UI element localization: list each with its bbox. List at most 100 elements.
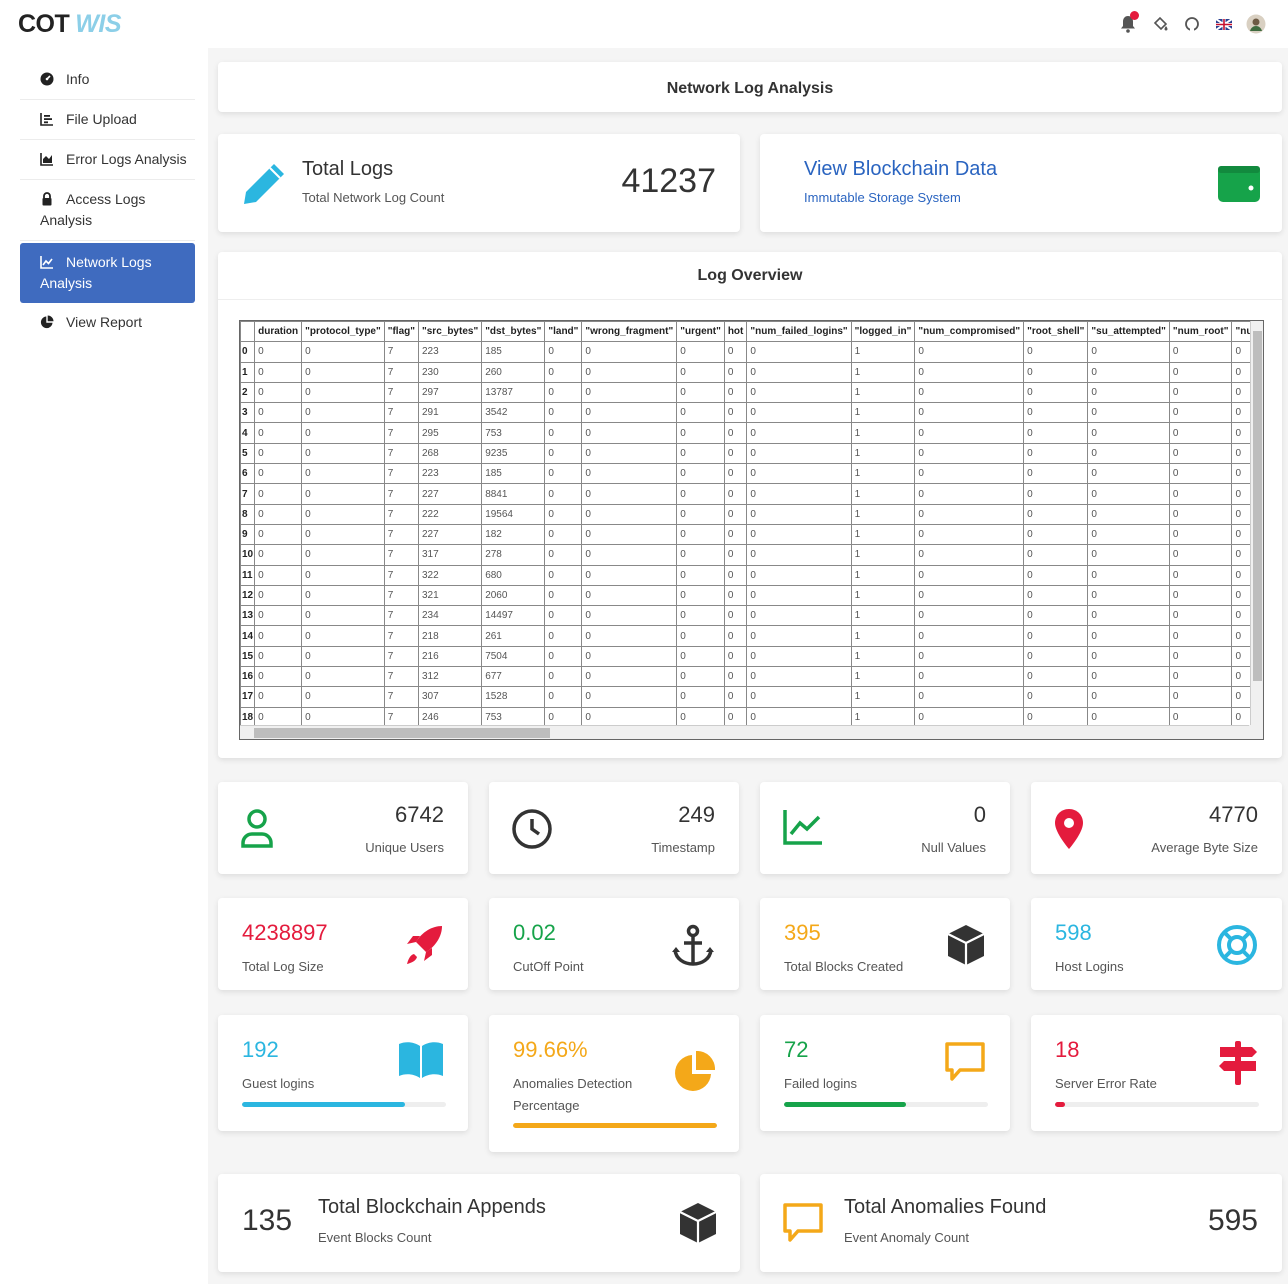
table-cell: 0 (301, 544, 385, 566)
avatar[interactable] (1246, 14, 1266, 34)
table-cell: 216 (417, 645, 483, 668)
table-cell: 0 (544, 666, 583, 688)
paint-bucket-icon[interactable] (1150, 14, 1170, 34)
table-cell: 0 (1087, 584, 1170, 607)
cube-icon (679, 1203, 717, 1243)
table-cell: 0 (746, 442, 852, 465)
table-cell: 0 (914, 442, 1025, 465)
table-cell: 0 (723, 686, 748, 708)
table-cell: 0 (746, 341, 852, 363)
blockchain-appends-value: 135 (242, 1204, 293, 1237)
table-cell: 317 (417, 544, 483, 566)
table-row: 2 0 0 7 297 13787 0 0 0 0 0 1 0 0 0 0 0 (240, 381, 1263, 404)
table-cell: 0 (676, 361, 725, 383)
table-row: 10 0 0 7 317 278 0 0 0 0 0 1 0 0 0 0 0 (240, 544, 1263, 566)
table-cell: 0 (676, 463, 725, 485)
table-cell: 7 (383, 402, 420, 424)
table-cell: 0 (254, 361, 303, 383)
table-cell: 1 (850, 402, 916, 424)
table-cell: 0 (746, 463, 852, 485)
scroll-thumb[interactable] (1253, 331, 1262, 681)
log-table: duration "protocol_type" "flag" "src_bytes"… (240, 321, 1263, 728)
github-icon[interactable] (1182, 14, 1202, 34)
table-cell: 7 (383, 564, 420, 586)
anchor-icon (672, 924, 714, 966)
sidebar-item-access-logs[interactable]: Access Logs Analysis (20, 180, 195, 241)
table-cell: 0 (914, 361, 1025, 383)
table-cell: 0 (746, 564, 852, 586)
table-cell: 0 (254, 483, 303, 505)
table-cell: 0 (746, 584, 852, 607)
table-cell: 0 (301, 584, 385, 607)
table-cell: 0 (676, 666, 725, 688)
table-cell: 1 (850, 544, 916, 566)
bell-icon[interactable] (1118, 11, 1139, 34)
table-cell: 1 (850, 666, 916, 688)
table-cell: 0 (1023, 341, 1089, 363)
table-cell: 0 (1087, 361, 1170, 383)
table-row-index: 16 (240, 666, 256, 688)
table-cell: 0 (1023, 442, 1089, 465)
sidebar-item-error-logs[interactable]: Error Logs Analysis (20, 140, 195, 180)
total-logs-card: Total Logs Total Network Log Count 41237 (218, 134, 740, 232)
table-cell: 0 (1023, 564, 1089, 586)
table-cell: 0 (254, 463, 303, 485)
brand-logo[interactable]: COT WIS (18, 10, 121, 39)
sidebar-item-info[interactable]: Info (20, 60, 195, 100)
table-cell: 0 (676, 422, 725, 444)
table-cell: 0 (301, 605, 385, 627)
table-cell: 7 (383, 523, 420, 546)
progress-card-failed-logins: 72 Failed logins (760, 1015, 1010, 1131)
table-cell: 0 (746, 645, 852, 668)
sidebar-item-file-upload[interactable]: File Upload (20, 100, 195, 140)
metric-label: Failed logins (784, 1076, 857, 1091)
table-cell: 0 (676, 564, 725, 586)
sidebar-item-network-logs[interactable]: Network Logs Analysis (20, 243, 195, 303)
table-cell: 0 (914, 341, 1025, 363)
table-column-header: "num_root" (1168, 321, 1233, 343)
table-cell: 0 (1168, 605, 1233, 627)
vertical-scrollbar[interactable] (1250, 321, 1263, 726)
table-cell: 0 (723, 625, 748, 647)
table-cell: 0 (544, 442, 583, 465)
table-cell: 0 (723, 361, 748, 383)
table-column-header: "num_failed_logins" (746, 321, 852, 343)
table-cell: 0 (581, 402, 678, 424)
sidebar-item-view-report[interactable]: View Report (20, 303, 195, 342)
stat-label: Null Values (921, 840, 986, 855)
progress-fill (242, 1102, 406, 1107)
table-cell: 0 (301, 402, 385, 424)
table-cell: 321 (417, 584, 483, 607)
table-cell: 0 (1087, 442, 1170, 465)
horizontal-scrollbar[interactable] (240, 725, 1251, 739)
flag-uk-icon[interactable] (1214, 14, 1234, 34)
table-cell: 7 (383, 625, 420, 647)
table-cell: 0 (676, 341, 725, 363)
table-cell: 1 (850, 463, 916, 485)
table-cell: 0 (746, 503, 852, 525)
blockchain-card[interactable]: View Blockchain Data Immutable Storage S… (760, 134, 1282, 232)
metric-label: Total Log Size (242, 959, 324, 974)
table-cell: 0 (746, 544, 852, 566)
blockchain-link[interactable]: View Blockchain Data (804, 158, 997, 181)
wallet-icon (1218, 166, 1260, 202)
table-row: 15 0 0 7 216 7504 0 0 0 0 0 1 0 0 0 0 0 (240, 645, 1263, 668)
table-cell: 0 (914, 402, 1025, 424)
table-cell: 0 (1087, 605, 1170, 627)
sidebar-item-label: Network Logs Analysis (40, 254, 152, 291)
log-table-container[interactable]: duration "protocol_type" "flag" "src_bytes"… (239, 320, 1264, 740)
table-cell: 0 (914, 605, 1025, 627)
stat-card-average-byte-size: 4770 Average Byte Size (1031, 782, 1282, 874)
table-cell: 0 (676, 605, 725, 627)
table-cell: 0 (1023, 666, 1089, 688)
table-cell: 0 (544, 605, 583, 627)
progress-fill (1055, 1102, 1066, 1107)
table-cell: 322 (417, 564, 483, 586)
table-cell: 312 (417, 666, 483, 688)
table-cell: 0 (746, 402, 852, 424)
table-cell: 0 (301, 686, 385, 708)
table-header-row: duration "protocol_type" "flag" "src_bytes"… (240, 321, 1263, 343)
scroll-thumb[interactable] (254, 728, 550, 738)
table-cell: 227 (417, 483, 483, 505)
table-cell: 0 (581, 584, 678, 607)
